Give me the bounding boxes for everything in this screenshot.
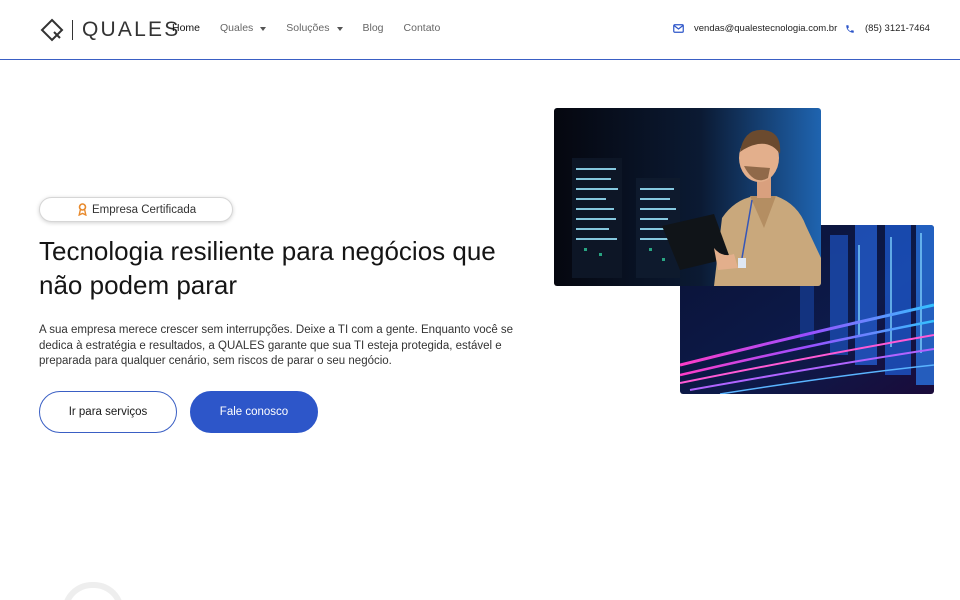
nav-item-home[interactable]: Home [172, 22, 200, 34]
email-text: vendas@qualestecnologia.com.br [694, 23, 838, 34]
hero-description: A sua empresa merece crescer sem interru… [39, 324, 514, 367]
nav-label: Home [172, 22, 201, 34]
badge-label: Empresa Certificada [92, 203, 197, 216]
nav-label: Contato [403, 22, 441, 34]
decorative-arc [62, 582, 124, 600]
technician-image [554, 108, 821, 286]
logo[interactable]: QUALES [40, 18, 180, 42]
nav-item-blog[interactable]: Blog [363, 22, 384, 34]
nav-label: Quales [220, 22, 254, 34]
diamond-logo-icon [40, 18, 64, 42]
nav-label: Blog [362, 22, 384, 34]
logo-divider [72, 20, 73, 40]
phone-link[interactable]: (85) 3121-7464 [845, 23, 930, 34]
certified-badge: Empresa Certificada [39, 197, 233, 222]
nav-item-solucoes[interactable]: Soluções [286, 22, 343, 34]
award-ribbon-icon [78, 203, 87, 216]
nav-item-quales[interactable]: Quales [220, 22, 267, 34]
phone-text: (85) 3121-7464 [865, 23, 930, 34]
nav-label: Soluções [286, 22, 330, 34]
site-header: QUALES Home Quales Soluções Blog Contato… [0, 0, 960, 60]
hero-title: Tecnologia resiliente para negócios que … [39, 236, 496, 300]
main-nav: Home Quales Soluções Blog Contato [172, 22, 460, 34]
chevron-down-icon [260, 26, 267, 31]
contact-button[interactable]: Fale conosco [190, 391, 318, 433]
mail-icon [673, 24, 684, 33]
chevron-down-icon [336, 26, 343, 31]
email-link[interactable]: vendas@qualestecnologia.com.br [673, 23, 837, 34]
phone-icon [846, 24, 854, 33]
logo-text: QUALES [82, 18, 181, 41]
nav-item-contato[interactable]: Contato [404, 22, 441, 34]
services-button[interactable]: Ir para serviços [39, 391, 177, 433]
